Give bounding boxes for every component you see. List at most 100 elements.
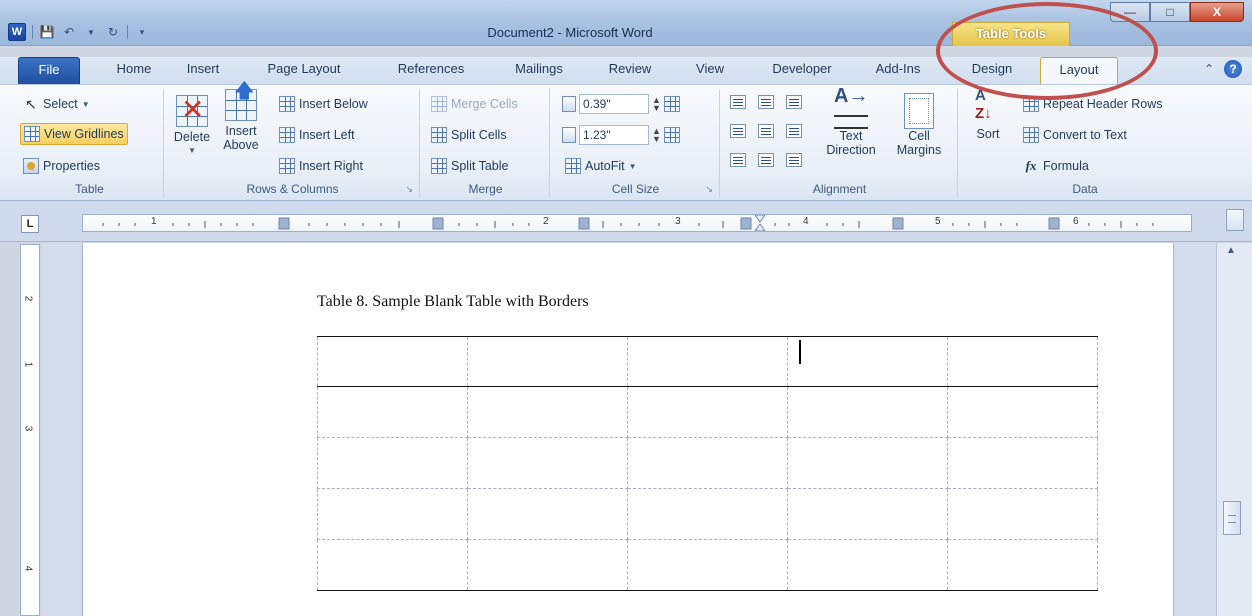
tab-review[interactable]: Review: [598, 57, 662, 85]
autofit-button[interactable]: AutoFit ▼: [562, 155, 640, 177]
table-cell[interactable]: [467, 386, 628, 438]
column-width-spinner: ▲▼: [562, 125, 680, 145]
table-cell[interactable]: [317, 386, 468, 438]
tab-selector-button[interactable]: L: [21, 215, 39, 233]
document-table[interactable]: [317, 336, 1098, 591]
save-icon[interactable]: 💾: [39, 24, 55, 40]
table-cell[interactable]: [627, 488, 788, 540]
table-cell[interactable]: [317, 437, 468, 489]
view-gridlines-label: View Gridlines: [44, 127, 124, 141]
sort-button[interactable]: Sort: [970, 89, 1006, 141]
table-cell[interactable]: [627, 539, 788, 591]
column-width-input[interactable]: [579, 125, 649, 145]
view-gridlines-button[interactable]: View Gridlines: [20, 123, 128, 145]
align-center-left-icon[interactable]: [730, 124, 746, 138]
table-cell[interactable]: [467, 488, 628, 540]
properties-button[interactable]: Properties: [20, 155, 103, 177]
table-row: [317, 437, 1098, 489]
align-center-right-icon[interactable]: [786, 124, 802, 138]
tab-home[interactable]: Home: [106, 57, 162, 85]
split-table-label: Split Table: [451, 159, 509, 173]
select-button[interactable]: ↖ Select ▼: [20, 93, 93, 115]
merge-cells-button[interactable]: Merge Cells: [428, 93, 521, 115]
distribute-columns-icon[interactable]: [663, 127, 680, 143]
rows-columns-launcher-icon[interactable]: ↘: [405, 184, 413, 195]
tab-page-layout[interactable]: Page Layout: [258, 57, 350, 85]
tab-file[interactable]: File: [18, 57, 80, 85]
insert-above-button[interactable]: 🡅 Insert Above: [218, 81, 264, 152]
table-cell[interactable]: [947, 488, 1098, 540]
row-height-input[interactable]: [579, 94, 649, 114]
cell-margins-button[interactable]: Cell Margins: [888, 93, 950, 157]
distribute-rows-icon[interactable]: [663, 96, 680, 112]
vertical-ruler[interactable]: 2 1 3 4: [20, 244, 40, 616]
table-cell[interactable]: [317, 488, 468, 540]
ruler-number: 3: [22, 425, 34, 432]
table-cell[interactable]: [317, 539, 468, 591]
view-ruler-toggle-icon[interactable]: [1226, 209, 1244, 231]
insert-left-button[interactable]: Insert Left: [276, 124, 358, 146]
table-cell[interactable]: [467, 539, 628, 591]
tab-developer[interactable]: Developer: [756, 57, 848, 85]
row-height-spin-arrows[interactable]: ▲ ▼: [652, 96, 661, 113]
tab-references[interactable]: References: [386, 57, 476, 85]
text-direction-button[interactable]: Text Direction: [818, 89, 884, 157]
insert-below-button[interactable]: Insert Below: [276, 93, 371, 115]
vertical-scrollbar[interactable]: ▲: [1216, 243, 1252, 616]
scroll-up-arrow-icon[interactable]: ▲: [1226, 245, 1236, 256]
table-cell[interactable]: [317, 336, 468, 387]
table-cell[interactable]: [627, 336, 788, 387]
convert-to-text-button[interactable]: Convert to Text: [1020, 124, 1130, 146]
table-cell[interactable]: [787, 539, 948, 591]
tab-add-ins[interactable]: Add-Ins: [862, 57, 934, 85]
tab-mailings[interactable]: Mailings: [500, 57, 578, 85]
split-cells-button[interactable]: Split Cells: [428, 124, 510, 146]
insert-right-button[interactable]: Insert Right: [276, 155, 366, 177]
delete-button[interactable]: ✕ Delete ▼: [172, 94, 212, 158]
table-cell[interactable]: [467, 336, 628, 387]
table-cell[interactable]: [467, 437, 628, 489]
table-cell[interactable]: [627, 386, 788, 438]
cell-size-launcher-icon[interactable]: ↘: [705, 184, 713, 195]
split-table-button[interactable]: Split Table: [428, 155, 511, 177]
table-cell[interactable]: [787, 437, 948, 489]
close-button[interactable]: X: [1190, 2, 1244, 22]
align-bottom-center-icon[interactable]: [758, 153, 774, 167]
align-top-center-icon[interactable]: [758, 95, 774, 109]
select-label: Select: [43, 97, 78, 111]
table-cell[interactable]: [787, 336, 948, 387]
table-cell[interactable]: [947, 386, 1098, 438]
table-cell[interactable]: [947, 336, 1098, 387]
ruler-number: 4: [22, 565, 34, 572]
chevron-down-icon: ▼: [188, 146, 196, 155]
align-top-left-icon[interactable]: [730, 95, 746, 109]
align-bottom-left-icon[interactable]: [730, 153, 746, 167]
insert-left-icon: [279, 127, 295, 143]
redo-icon[interactable]: ↻: [105, 24, 121, 40]
column-width-spin-arrows[interactable]: ▲ ▼: [652, 127, 661, 144]
table-cell[interactable]: [947, 539, 1098, 591]
table-caption[interactable]: Table 8. Sample Blank Table with Borders: [317, 293, 589, 311]
align-bottom-right-icon[interactable]: [786, 153, 802, 167]
word-app-icon[interactable]: W: [8, 23, 26, 41]
undo-dropdown-icon[interactable]: ▼: [83, 24, 99, 40]
align-top-right-icon[interactable]: [786, 95, 802, 109]
highlight-oval-annotation: [936, 2, 1158, 100]
formula-button[interactable]: fx Formula: [1020, 155, 1092, 177]
minimize-ribbon-icon[interactable]: ⌃: [1204, 62, 1214, 76]
table-cell[interactable]: [787, 488, 948, 540]
table-cell[interactable]: [947, 437, 1098, 489]
horizontal-ruler[interactable]: 1 2 3 4 5 6: [82, 214, 1192, 232]
document-page[interactable]: Table 8. Sample Blank Table with Borders: [82, 243, 1174, 616]
autofit-label: AutoFit: [585, 159, 625, 173]
scroll-thumb[interactable]: [1223, 501, 1241, 535]
tab-view[interactable]: View: [684, 57, 736, 85]
tab-insert[interactable]: Insert: [174, 57, 232, 85]
customize-qat-icon[interactable]: ▾: [134, 24, 150, 40]
help-icon[interactable]: ?: [1224, 60, 1242, 78]
align-center-icon[interactable]: [758, 124, 774, 138]
undo-icon[interactable]: ↶: [61, 24, 77, 40]
table-cell[interactable]: [787, 386, 948, 438]
maximize-button[interactable]: □: [1150, 2, 1190, 22]
table-cell[interactable]: [627, 437, 788, 489]
